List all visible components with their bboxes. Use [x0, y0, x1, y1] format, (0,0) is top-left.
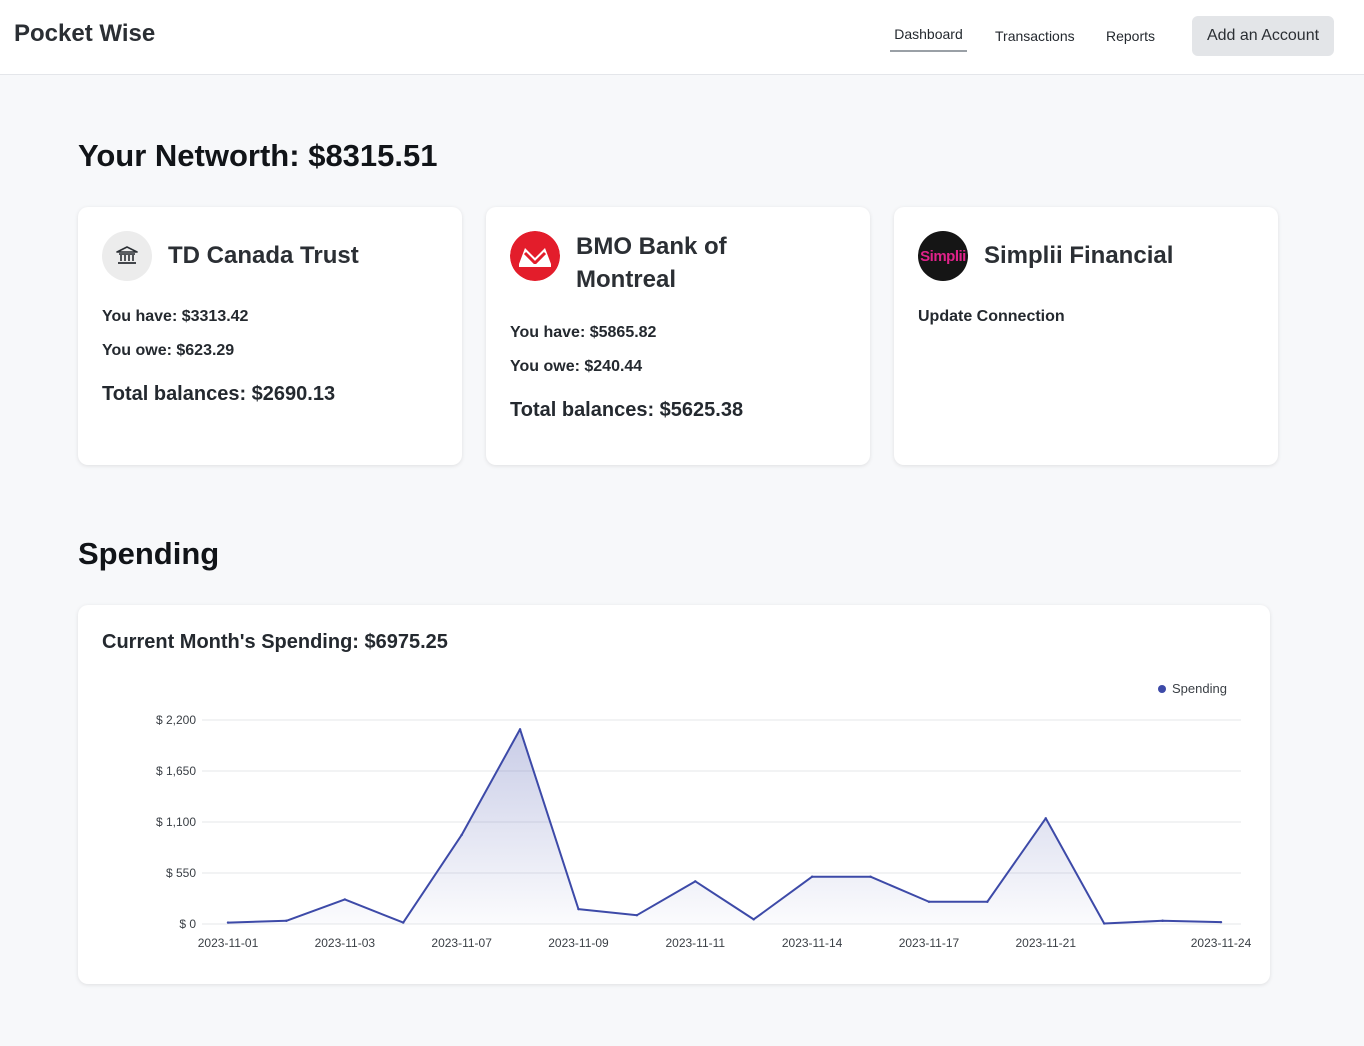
data-point [694, 880, 697, 883]
data-point [226, 921, 230, 924]
y-tick-label: $ 1,650 [156, 764, 196, 778]
x-tick-label: 2023-11-03 [315, 936, 376, 950]
total-balances: Total balances: $5625.38 [510, 399, 744, 421]
nav-reports[interactable]: Reports [1106, 28, 1155, 52]
y-tick-label: $ 0 [179, 917, 196, 931]
networth-label: Your Networth: [78, 138, 300, 173]
data-point [927, 900, 931, 903]
x-tick-label: 2023-11-07 [431, 936, 492, 950]
data-point [1102, 922, 1106, 925]
data-point [986, 900, 989, 903]
y-tick-label: $ 1,100 [156, 815, 196, 829]
brand-logo[interactable]: Pocket Wise [14, 20, 155, 48]
x-tick-label: 2023-11-14 [782, 936, 843, 950]
account-card-td[interactable]: TD Canada Trust You have: $3313.42 You o… [78, 207, 462, 465]
nav-dashboard[interactable]: Dashboard [890, 26, 967, 52]
x-tick-label: 2023-11-17 [899, 936, 960, 950]
nav-transactions[interactable]: Transactions [995, 28, 1075, 52]
spending-heading: Spending [78, 536, 220, 571]
spending-chart-card: Current Month's Spending: $6975.25 $ 0 $ … [78, 605, 1270, 984]
update-connection-link[interactable]: Update Connection [918, 308, 1065, 326]
data-point [1161, 919, 1164, 922]
bank-icon [102, 231, 152, 281]
simplii-logo-text: Simplii [920, 247, 966, 265]
data-point [869, 875, 872, 878]
data-point [460, 833, 463, 837]
data-point [635, 913, 639, 917]
legend-label: Spending [1172, 681, 1227, 696]
y-tick-label: $ 550 [166, 866, 196, 880]
account-card-simplii[interactable]: Simplii Simplii Financial Update Connect… [894, 207, 1278, 465]
x-tick-label: 2023-11-24 [1191, 936, 1252, 950]
x-tick-label: 2023-11-01 [198, 936, 259, 950]
total-balances: Total balances: $2690.13 [102, 383, 336, 405]
spending-chart: $ 0 $ 550 $ 1,100 $ 1,650 $ 2,200 2023-11-01 2… [156, 681, 1252, 950]
data-point [1044, 817, 1047, 820]
top-navbar: Pocket Wise Dashboard Transactions Repor… [0, 0, 1364, 75]
networth-value: $8315.51 [308, 138, 438, 173]
data-point [343, 898, 347, 901]
y-tick-label: $ 2,200 [156, 713, 196, 727]
you-owe: You owe: $623.29 [102, 342, 235, 359]
spending-area [228, 729, 1221, 924]
bank-name: BMO Bank of Montreal [576, 233, 727, 293]
data-point [577, 907, 580, 911]
legend-marker [1158, 685, 1166, 693]
data-point [285, 919, 288, 922]
you-owe: You owe: $240.44 [510, 358, 643, 375]
bank-name: Simplii Financial [984, 242, 1174, 269]
x-tick-label: 2023-11-11 [665, 936, 725, 950]
account-card-bmo[interactable]: BMO Bank of Montreal You have: $5865.82 … [486, 207, 870, 465]
simplii-logo: Simplii [918, 231, 968, 281]
data-point [518, 728, 522, 731]
add-account-button[interactable]: Add an Account [1192, 16, 1334, 56]
data-point [810, 875, 814, 878]
bank-name: TD Canada Trust [168, 242, 359, 269]
bmo-logo [510, 231, 560, 281]
data-point [1219, 920, 1223, 924]
networth-heading: Your Networth: $8315.51 [78, 138, 438, 174]
x-tick-label: 2023-11-09 [548, 936, 609, 950]
x-tick-label: 2023-11-21 [1016, 936, 1077, 950]
you-have: You have: $3313.42 [102, 308, 249, 325]
data-point [752, 918, 755, 921]
data-point [402, 921, 405, 924]
you-have: You have: $5865.82 [510, 324, 657, 341]
